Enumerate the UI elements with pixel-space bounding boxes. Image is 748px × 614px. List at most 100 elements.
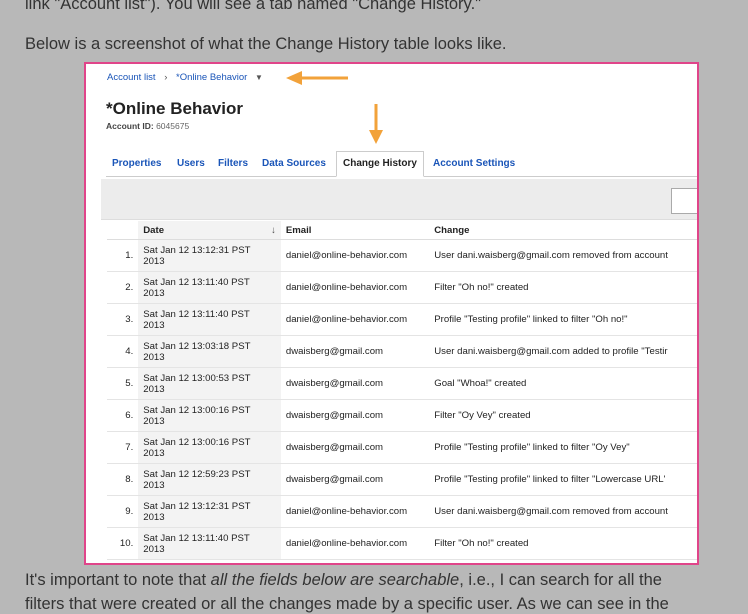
breadcrumb-account-list-link[interactable]: Account list bbox=[107, 72, 156, 83]
row-date: Sat Jan 12 13:12:31 PST 2013 bbox=[138, 239, 281, 272]
row-change: Goal "Whoa!" created bbox=[429, 367, 697, 400]
row-date-line1: Sat Jan 12 13:03:18 PST bbox=[143, 340, 251, 352]
tab-users[interactable]: Users bbox=[177, 152, 205, 176]
row-date-line2: 2013 bbox=[143, 287, 165, 299]
change-history-table: Date ↓ Email Change 1. Sat Jan 12 13:12:3… bbox=[107, 221, 697, 560]
table-row: 1. Sat Jan 12 13:12:31 PST 2013 daniel@onli… bbox=[107, 239, 697, 272]
table-row: 2. Sat Jan 12 13:11:40 PST 2013 daniel@onli… bbox=[107, 271, 697, 304]
account-title: *Online Behavior bbox=[106, 99, 243, 118]
row-date-line2: 2013 bbox=[143, 383, 165, 395]
article-top-line: link "Account list"). You will see a tab… bbox=[25, 0, 482, 13]
table-row: 9. Sat Jan 12 13:12:31 PST 2013 daniel@onli… bbox=[107, 495, 697, 528]
change-column-header[interactable]: Change bbox=[429, 221, 697, 240]
row-change: User dani.waisberg@gmail.com added to pr… bbox=[429, 335, 697, 368]
row-change: User dani.waisberg@gmail.com removed fro… bbox=[429, 495, 697, 528]
article-bottom-emphasis: all the fields below are searchable bbox=[210, 571, 460, 589]
row-email: dwaisberg@gmail.com bbox=[280, 367, 430, 400]
row-email: dwaisberg@gmail.com bbox=[280, 335, 430, 368]
row-email: daniel@online-behavior.com bbox=[280, 239, 430, 272]
row-date-line1: Sat Jan 12 13:00:16 PST bbox=[143, 436, 251, 448]
orange-arrow-icon bbox=[369, 104, 383, 144]
account-id-value: 6045675 bbox=[156, 121, 190, 131]
row-date-line2: 2013 bbox=[143, 543, 165, 555]
row-date: Sat Jan 12 12:59:23 PST 2013 bbox=[138, 463, 281, 496]
row-index: 3. bbox=[107, 303, 139, 336]
table-row: 5. Sat Jan 12 13:00:53 PST 2013 dwaisberg@g… bbox=[107, 367, 697, 400]
table-toolbar bbox=[101, 179, 697, 220]
row-date: Sat Jan 12 13:11:40 PST 2013 bbox=[138, 303, 281, 336]
table-row: 7. Sat Jan 12 13:00:16 PST 2013 dwaisberg@g… bbox=[107, 431, 697, 464]
article-bottom-line-2: filters that were created or all the cha… bbox=[25, 595, 669, 613]
account-id: Account ID: 6045675 bbox=[106, 121, 189, 131]
article-bottom-post: , i.e., I can search for all the bbox=[459, 571, 662, 589]
caret-down-icon[interactable]: ▼ bbox=[255, 73, 263, 82]
row-date: Sat Jan 12 13:11:40 PST 2013 bbox=[138, 271, 281, 304]
row-date-line2: 2013 bbox=[143, 351, 165, 363]
row-date-line1: Sat Jan 12 13:11:40 PST bbox=[143, 308, 250, 320]
change-history-screenshot: Account list › *Online Behavior ▼ *Onlin… bbox=[84, 62, 699, 565]
breadcrumb-current-account[interactable]: *Online Behavior bbox=[176, 72, 247, 83]
sort-down-arrow-icon[interactable]: ↓ bbox=[271, 225, 276, 236]
row-email: daniel@online-behavior.com bbox=[280, 303, 430, 336]
breadcrumb-separator: › bbox=[164, 72, 168, 83]
row-date-line2: 2013 bbox=[143, 511, 165, 523]
table-header-row: Date ↓ Email Change bbox=[107, 221, 697, 240]
row-index: 8. bbox=[107, 463, 139, 496]
row-index: 10. bbox=[107, 527, 139, 560]
row-date-line2: 2013 bbox=[143, 415, 165, 427]
row-date: Sat Jan 12 13:00:53 PST 2013 bbox=[138, 367, 281, 400]
row-email: dwaisberg@gmail.com bbox=[280, 399, 430, 432]
row-index: 6. bbox=[107, 399, 139, 432]
table-row: 6. Sat Jan 12 13:00:16 PST 2013 dwaisberg@g… bbox=[107, 399, 697, 432]
row-change: Profile "Testing profile" linked to filt… bbox=[429, 463, 697, 496]
search-input[interactable] bbox=[671, 188, 697, 214]
breadcrumb: Account list › *Online Behavior ▼ bbox=[107, 72, 263, 83]
row-date: Sat Jan 12 13:00:16 PST 2013 bbox=[138, 431, 281, 464]
email-column-header[interactable]: Email bbox=[280, 221, 430, 240]
row-date-line1: Sat Jan 12 13:00:16 PST bbox=[143, 404, 251, 416]
row-change: Profile "Testing profile" linked to filt… bbox=[429, 431, 697, 464]
row-index: 2. bbox=[107, 271, 139, 304]
row-index: 9. bbox=[107, 495, 139, 528]
row-email: dwaisberg@gmail.com bbox=[280, 431, 430, 464]
tab-change-history[interactable]: Change History bbox=[336, 151, 424, 177]
row-index: 5. bbox=[107, 367, 139, 400]
row-email: daniel@online-behavior.com bbox=[280, 527, 430, 560]
row-date-line1: Sat Jan 12 13:12:31 PST bbox=[143, 244, 251, 256]
row-date-line1: Sat Jan 12 13:00:53 PST bbox=[143, 372, 251, 384]
row-index: 1. bbox=[107, 239, 139, 272]
row-date: Sat Jan 12 13:11:40 PST 2013 bbox=[138, 527, 281, 560]
row-change: User dani.waisberg@gmail.com removed fro… bbox=[429, 239, 697, 272]
tab-properties[interactable]: Properties bbox=[112, 152, 161, 176]
table-row: 3. Sat Jan 12 13:11:40 PST 2013 daniel@onli… bbox=[107, 303, 697, 336]
row-change: Filter "Oy Vey" created bbox=[429, 399, 697, 432]
row-date-line2: 2013 bbox=[143, 319, 165, 331]
row-change: Profile "Testing profile" linked to filt… bbox=[429, 303, 697, 336]
table-row: 8. Sat Jan 12 12:59:23 PST 2013 dwaisberg@g… bbox=[107, 463, 697, 496]
row-index: 4. bbox=[107, 335, 139, 368]
tab-filters[interactable]: Filters bbox=[218, 152, 248, 176]
index-header bbox=[107, 221, 139, 240]
row-date-line1: Sat Jan 12 12:59:23 PST bbox=[143, 468, 251, 480]
row-date-line1: Sat Jan 12 13:11:40 PST bbox=[143, 276, 250, 288]
row-date: Sat Jan 12 13:12:31 PST 2013 bbox=[138, 495, 281, 528]
tab-data-sources[interactable]: Data Sources bbox=[262, 152, 326, 176]
row-date-line1: Sat Jan 12 13:11:40 PST bbox=[143, 532, 250, 544]
table-row: 10. Sat Jan 12 13:11:40 PST 2013 daniel@onl… bbox=[107, 527, 697, 560]
article-intro: Below is a screenshot of what the Change… bbox=[25, 35, 507, 53]
account-id-label: Account ID: bbox=[106, 121, 154, 131]
row-email: daniel@online-behavior.com bbox=[280, 271, 430, 304]
row-change: Filter "Oh no!" created bbox=[429, 271, 697, 304]
article-bottom-pre: It's important to note that bbox=[25, 571, 211, 589]
tab-account-settings[interactable]: Account Settings bbox=[433, 152, 515, 176]
row-date: Sat Jan 12 13:03:18 PST 2013 bbox=[138, 335, 281, 368]
row-index: 7. bbox=[107, 431, 139, 464]
row-date-line2: 2013 bbox=[143, 255, 165, 267]
row-email: daniel@online-behavior.com bbox=[280, 495, 430, 528]
orange-arrow-icon bbox=[286, 71, 348, 85]
date-header-label: Date bbox=[143, 224, 165, 236]
row-change: Filter "Oh no!" created bbox=[429, 527, 697, 560]
row-date-line2: 2013 bbox=[143, 479, 165, 491]
date-column-header[interactable]: Date ↓ bbox=[138, 221, 281, 240]
article-bottom-line: It's important to note that all the fiel… bbox=[25, 570, 662, 590]
